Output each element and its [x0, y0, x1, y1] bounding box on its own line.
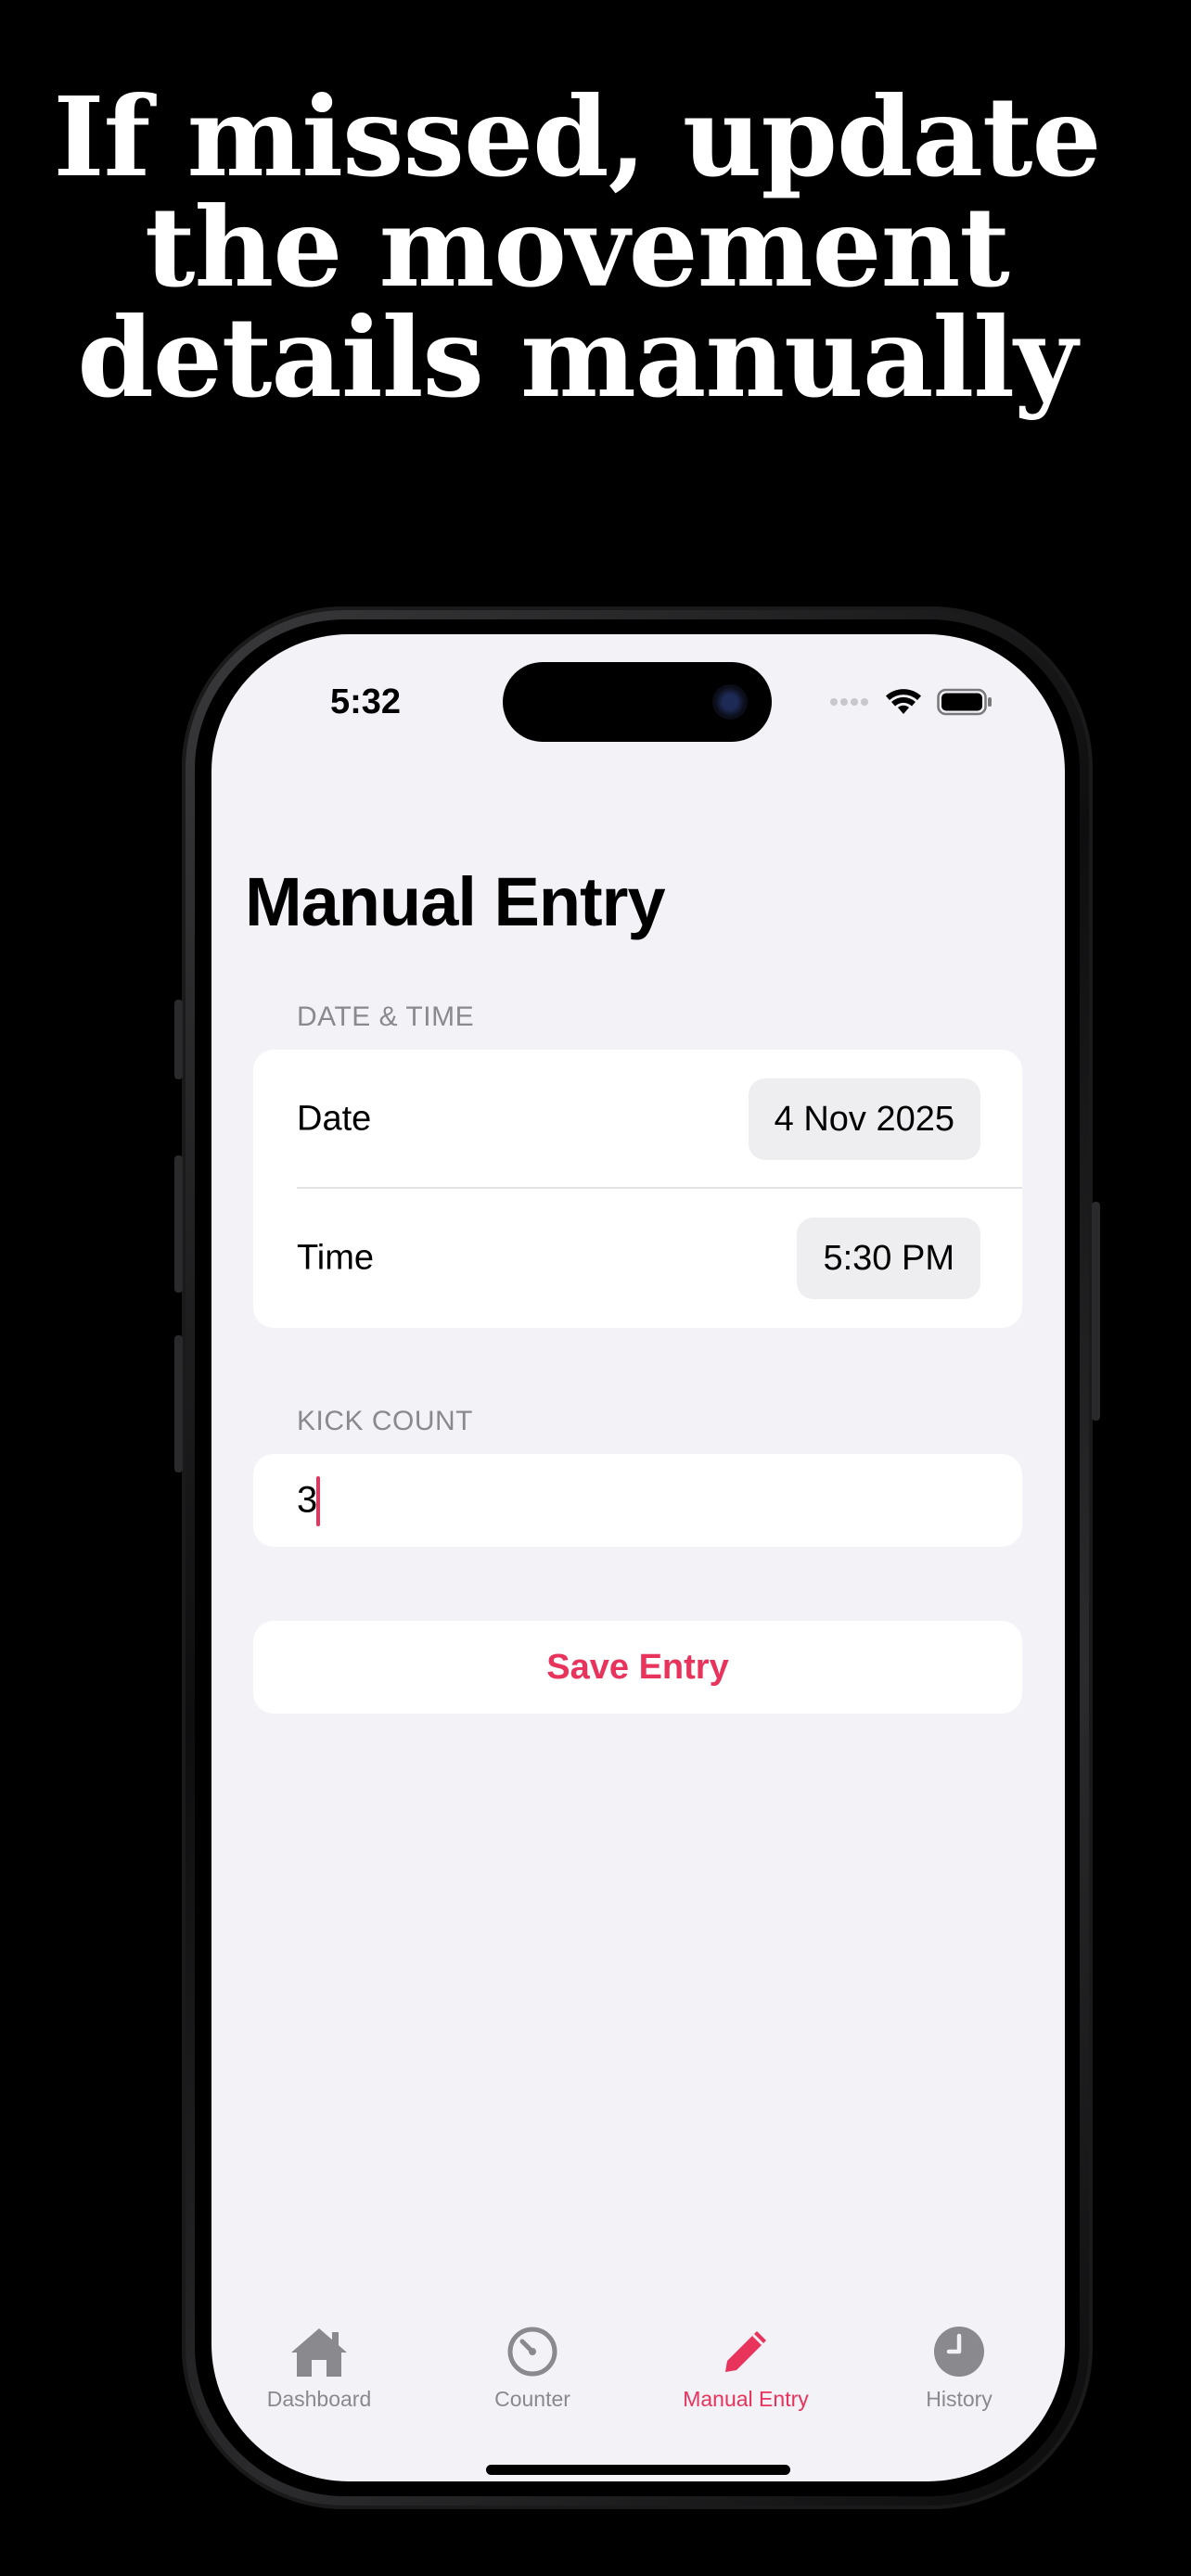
date-time-card: Date 4 Nov 2025 Time 5:30 PM	[253, 1050, 1022, 1328]
tab-manual-entry[interactable]: Manual Entry	[653, 2322, 839, 2412]
tab-counter[interactable]: Counter	[440, 2322, 625, 2412]
tab-label-manual-entry: Manual Entry	[683, 2387, 809, 2411]
page-title: Manual Entry	[245, 863, 666, 940]
front-camera	[712, 684, 748, 720]
kick-count-input[interactable]: 3	[253, 1454, 1022, 1547]
gauge-icon	[507, 2327, 557, 2377]
headline-line-2: the movement	[145, 183, 1010, 312]
tab-label-dashboard: Dashboard	[266, 2387, 372, 2411]
text-cursor	[316, 1476, 320, 1526]
wifi-icon	[886, 689, 921, 714]
time-row: Time 5:30 PM	[253, 1189, 1022, 1328]
tab-label-counter: Counter	[494, 2387, 570, 2411]
pencil-icon	[725, 2331, 766, 2372]
volume-down-button	[174, 1335, 183, 1473]
signal-icon	[830, 698, 868, 706]
power-button	[1092, 1202, 1100, 1421]
kick-count-section-header: KICK COUNT	[297, 1406, 474, 1436]
kick-count-value: 3	[297, 1479, 318, 1521]
home-indicator	[486, 2465, 790, 2475]
date-picker[interactable]: 4 Nov 2025	[748, 1078, 980, 1160]
tab-history[interactable]: History	[866, 2322, 1052, 2412]
date-row: Date 4 Nov 2025	[253, 1050, 1022, 1189]
status-time: 5:32	[330, 682, 402, 721]
house-icon	[291, 2328, 347, 2377]
headline: If missed, update the movement details m…	[0, 82, 1154, 413]
clock-icon	[934, 2327, 984, 2377]
app-screen: 5:32 Manual Entry DATE & TIME Date 4 Nov…	[211, 634, 1065, 2481]
tab-label-history: History	[926, 2387, 992, 2411]
save-entry-button[interactable]: Save Entry	[253, 1621, 1022, 1714]
date-label: Date	[297, 1099, 372, 1139]
battery-icon	[937, 688, 992, 716]
tab-dashboard[interactable]: Dashboard	[226, 2322, 412, 2412]
volume-up-button	[174, 1155, 183, 1293]
headline-line-1: If missed, update	[53, 72, 1101, 201]
action-button	[174, 1000, 183, 1079]
time-picker[interactable]: 5:30 PM	[797, 1218, 980, 1299]
dynamic-island	[503, 662, 772, 742]
status-icons	[829, 688, 992, 716]
date-time-section-header: DATE & TIME	[297, 1001, 475, 1032]
time-label: Time	[297, 1238, 375, 1278]
headline-line-3: details manually	[77, 293, 1077, 422]
tab-bar: Dashboard Counter Manual Entry History	[211, 2322, 1065, 2424]
